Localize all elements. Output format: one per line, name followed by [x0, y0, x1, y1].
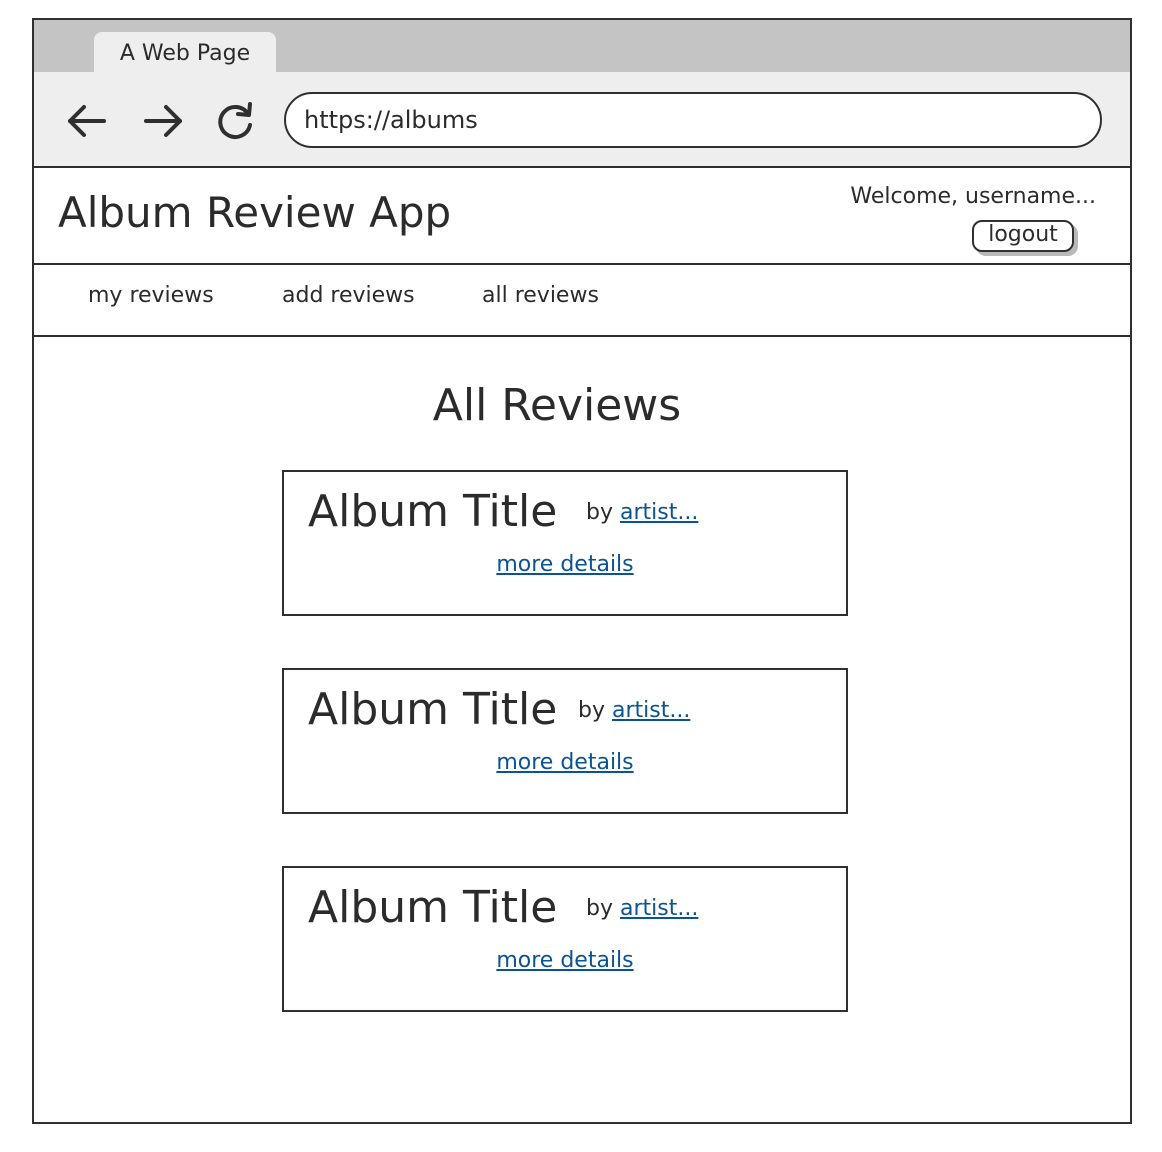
album-byline: by artist...	[586, 500, 698, 525]
reload-icon[interactable]	[212, 98, 258, 144]
nav-add-reviews[interactable]: add reviews	[282, 283, 415, 308]
app-header: Album Review App Welcome, username... lo…	[34, 168, 1130, 265]
browser-tab[interactable]: A Web Page	[94, 32, 276, 74]
arrow-left-icon[interactable]	[64, 98, 110, 144]
welcome-text: Welcome, username...	[850, 184, 1096, 209]
tab-strip: A Web Page	[34, 20, 1130, 74]
arrow-right-icon[interactable]	[140, 98, 186, 144]
browser-toolbar: https://albums	[34, 72, 1130, 168]
nav-my-reviews[interactable]: my reviews	[88, 283, 214, 308]
nav-all-reviews[interactable]: all reviews	[482, 283, 599, 308]
logout-button[interactable]: logout	[972, 220, 1074, 252]
album-card: Album Title by artist... more details	[282, 866, 848, 1012]
artist-link[interactable]: artist...	[620, 896, 698, 921]
album-byline: by artist...	[578, 698, 690, 723]
album-byline: by artist...	[586, 896, 698, 921]
url-bar[interactable]: https://albums	[284, 92, 1102, 148]
artist-link[interactable]: artist...	[620, 500, 698, 525]
by-label: by	[578, 698, 605, 723]
details-row: more details	[284, 552, 846, 577]
by-label: by	[586, 896, 613, 921]
nav-bar: my reviews add reviews all reviews	[34, 265, 1130, 337]
artist-link[interactable]: artist...	[612, 698, 690, 723]
app-title: Album Review App	[58, 188, 452, 237]
browser-window: A Web Page https://albums Album Review A…	[32, 18, 1132, 1124]
details-row: more details	[284, 750, 846, 775]
album-title: Album Title	[308, 486, 558, 537]
more-details-link[interactable]: more details	[496, 948, 633, 973]
by-label: by	[586, 500, 613, 525]
more-details-link[interactable]: more details	[496, 750, 633, 775]
album-card: Album Title by artist... more details	[282, 668, 848, 814]
album-title: Album Title	[308, 882, 558, 933]
album-title: Album Title	[308, 684, 558, 735]
page-title: All Reviews	[432, 380, 682, 431]
details-row: more details	[284, 948, 846, 973]
album-card: Album Title by artist... more details	[282, 470, 848, 616]
more-details-link[interactable]: more details	[496, 552, 633, 577]
